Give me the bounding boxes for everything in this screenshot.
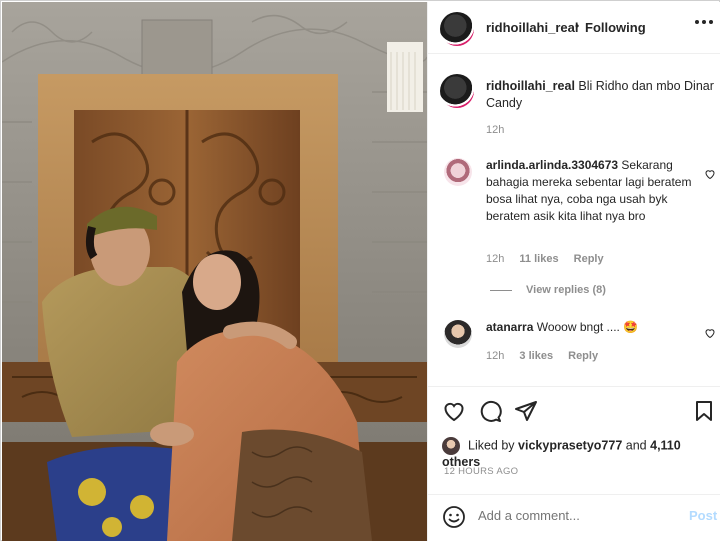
comment-likes[interactable]: 11 likes [519,253,558,265]
comment-likes[interactable]: 3 likes [519,350,553,362]
commenter-avatar[interactable] [444,158,472,186]
share-icon[interactable] [514,399,538,423]
likes-prefix: Liked by [468,438,515,453]
author-username[interactable]: ridhoillahi_real [486,20,578,35]
likes-summary: Liked by vickyprasetyo777 and 4,110 othe… [442,437,720,469]
author-avatar[interactable] [440,12,474,46]
comment-reply-button[interactable]: Reply [574,253,604,265]
comment-meta: 12h 3 likes Reply [486,350,610,362]
caption-time[interactable]: 12h [486,124,504,136]
post-details-panel: ridhoillahi_real • Following ridhoillahi… [427,2,720,541]
liker-avatar[interactable] [442,437,460,455]
bookmark-icon[interactable] [692,399,716,423]
replies-divider [490,289,512,291]
post-photo-art [2,2,427,541]
post-window: ridhoillahi_real • Following ridhoillahi… [0,0,720,541]
separator-dot: • [575,19,580,33]
commenter-username[interactable]: arlinda.arlinda.3304673 [486,158,618,172]
liker-username[interactable]: vickyprasetyo777 [518,438,622,452]
post-header: ridhoillahi_real • Following [428,2,720,54]
following-button[interactable]: Following [585,20,646,35]
likes-joiner: and [625,438,647,453]
comment-time[interactable]: 12h [486,350,504,362]
comment-icon[interactable] [478,399,502,423]
comment-reply-button[interactable]: Reply [568,350,598,362]
view-replies-button[interactable]: View replies (8) [490,284,606,296]
add-comment-input[interactable] [478,508,678,523]
commenter-avatar[interactable] [444,320,472,348]
comment-time[interactable]: 12h [486,253,504,265]
post-comment-button[interactable]: Post [689,508,717,523]
more-options-icon[interactable] [694,12,714,37]
emoji-icon[interactable] [442,505,466,529]
comment-text: atanarra Wooow bngt .... 🤩 [486,319,700,336]
commenter-username[interactable]: atanarra [486,320,533,334]
add-comment-row: Post [428,494,720,539]
post-actions: Liked by vickyprasetyo777 and 4,110 othe… [428,386,720,538]
caption-text: ridhoillahi_real Bli Ridho dan mbo Dinar… [486,78,714,112]
view-replies-label: View replies (8) [526,284,606,296]
heart-icon[interactable] [442,399,466,423]
comment-body: Wooow bngt .... 🤩 [536,320,639,334]
comment-text: arlinda.arlinda.3304673 Sekarang bahagia… [486,157,700,225]
caption-author-avatar[interactable] [440,74,474,108]
comment-like-heart-icon[interactable] [704,168,716,180]
comment-like-heart-icon[interactable] [704,327,716,339]
caption-username[interactable]: ridhoillahi_real [486,79,575,93]
post-age[interactable]: 12 HOURS AGO [444,466,518,477]
post-photo[interactable] [2,2,427,541]
comment-meta: 12h 11 likes Reply [486,253,616,265]
